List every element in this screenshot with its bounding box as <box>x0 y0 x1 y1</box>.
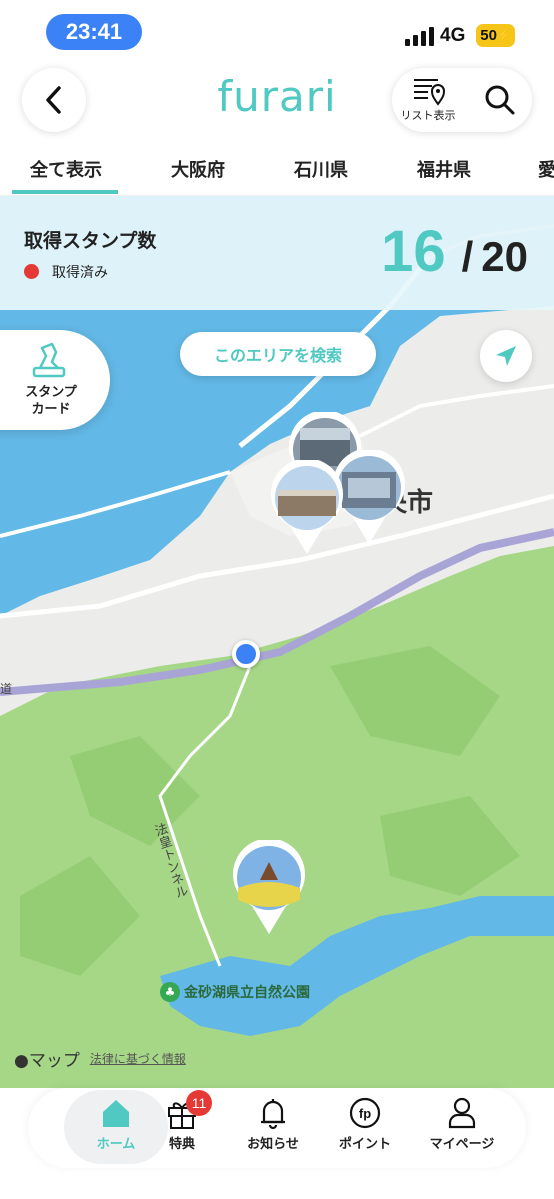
fp-icon: fp <box>349 1097 381 1129</box>
tab-aichi[interactable]: 愛 <box>538 156 554 182</box>
list-pin-icon <box>414 79 446 106</box>
map-attribution: ●マップ 法律に基づく情報 <box>14 1046 186 1071</box>
tab-fukui[interactable]: 福井県 <box>417 156 471 182</box>
bottom-navigation: ホーム 11 特典 お知らせ fp ポイント マイページ <box>0 1088 554 1199</box>
map-background <box>0 196 554 1088</box>
stamp-count-separator: / <box>461 233 474 280</box>
search-this-area-button[interactable]: このエリアを検索 <box>180 332 376 376</box>
bottom-nav-bar: ホーム 11 特典 お知らせ fp ポイント マイページ <box>28 1088 526 1168</box>
battery-icon: 50 ⚡ <box>476 24 515 47</box>
apple-icon: ● <box>14 1051 29 1071</box>
app-screen: 23:41 4G 50 ⚡ furari リスト表示 全て表示 大阪府 石川県 … <box>0 0 554 1199</box>
nav-mypage[interactable]: マイページ <box>414 1096 510 1152</box>
svg-text:fp: fp <box>359 1106 371 1121</box>
stamp-count-total: 20 <box>481 233 528 280</box>
nav-benefits[interactable]: 11 特典 <box>134 1090 230 1152</box>
nav-points-label: ポイント <box>338 1137 391 1152</box>
list-view-label: リスト表示 <box>400 109 456 122</box>
status-time: 23:41 <box>46 14 142 50</box>
maps-logo-text: マップ <box>28 1051 80 1071</box>
network-type: 4G <box>440 25 466 46</box>
nav-benefits-label: 特典 <box>168 1137 195 1152</box>
app-header: furari リスト表示 <box>0 62 554 146</box>
tab-osaka[interactable]: 大阪府 <box>171 156 225 182</box>
prefecture-tabs: 全て表示 大阪府 石川県 福井県 愛 <box>0 146 554 196</box>
stamp-card-label-line1: スタンプ <box>25 385 77 400</box>
stamp-pin[interactable] <box>268 460 346 556</box>
stamp-summary-panel: 取得スタンプ数 取得済み 16 / 20 <box>0 196 554 310</box>
road-label: 道 <box>0 682 13 696</box>
stamp-count: 16 / 20 <box>381 218 528 285</box>
stamp-count-collected: 16 <box>381 219 446 284</box>
person-icon <box>448 1097 476 1129</box>
search-icon <box>485 85 515 115</box>
stamp-icon <box>32 342 66 378</box>
bell-icon <box>261 1099 285 1130</box>
nav-home-label: ホーム <box>96 1137 136 1152</box>
tab-ishikawa[interactable]: 石川県 <box>294 156 348 182</box>
map-view[interactable]: 取得スタンプ数 取得済み 16 / 20 スタンプ カード このエリアを検索 央… <box>0 196 554 1088</box>
nav-mypage-label: マイページ <box>429 1137 495 1152</box>
header-actions: リスト表示 <box>392 68 532 132</box>
list-view-button[interactable]: リスト表示 <box>398 76 458 126</box>
signal-icon <box>405 27 434 46</box>
stamp-card-label-line2: カード <box>31 402 71 417</box>
legal-link[interactable]: 法律に基づく情報 <box>90 1050 186 1067</box>
nav-notifications-label: お知らせ <box>247 1137 299 1152</box>
active-tab-indicator <box>12 190 118 194</box>
park-label: ♣ 金砂湖県立自然公園 <box>160 982 310 1002</box>
benefits-badge: 11 <box>186 1090 212 1116</box>
battery-level: 50 <box>480 27 497 44</box>
park-name: 金砂湖県立自然公園 <box>184 985 310 1001</box>
home-icon <box>103 1100 129 1127</box>
nav-notifications[interactable]: お知らせ <box>225 1096 321 1152</box>
search-button[interactable] <box>480 80 520 120</box>
collected-legend-dot <box>24 264 39 279</box>
tab-all[interactable]: 全て表示 <box>30 156 102 182</box>
location-arrow-icon <box>496 346 516 366</box>
collected-legend-label: 取得済み <box>52 265 108 281</box>
user-location-dot <box>232 640 260 668</box>
stamp-count-title: 取得スタンプ数 <box>24 230 157 252</box>
nav-points[interactable]: fp ポイント <box>317 1096 413 1152</box>
status-bar: 23:41 4G 50 ⚡ <box>0 0 554 62</box>
stamp-card-button[interactable]: スタンプ カード <box>0 330 110 430</box>
park-icon: ♣ <box>160 982 180 1002</box>
stamp-card-label: スタンプ カード <box>6 384 96 418</box>
current-location-button[interactable] <box>480 330 532 382</box>
stamp-pin[interactable] <box>230 840 308 936</box>
maps-logo: ●マップ <box>14 1046 80 1071</box>
